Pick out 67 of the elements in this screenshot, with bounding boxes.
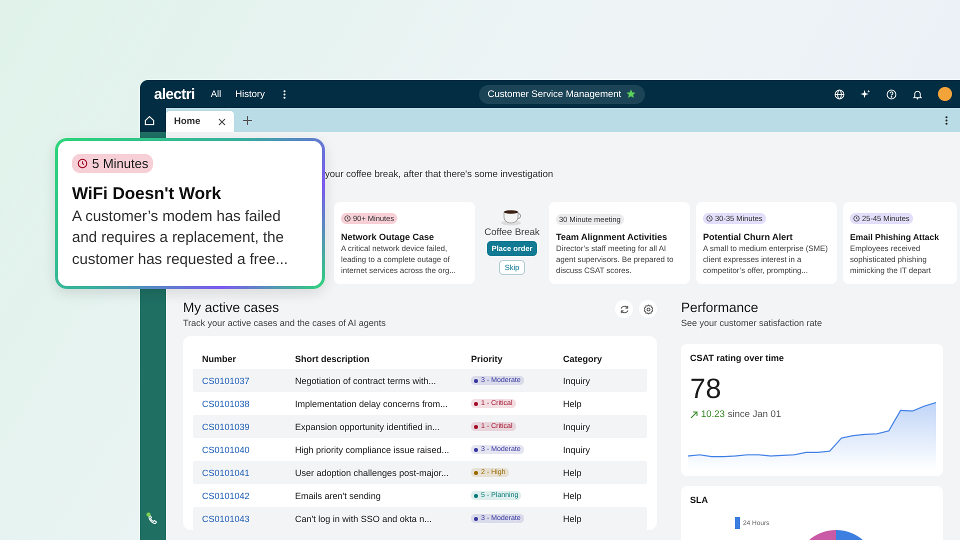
gear-icon <box>642 304 654 314</box>
column-header: Short description <box>295 354 371 364</box>
logo[interactable]: alectri <box>154 86 195 102</box>
refresh-button[interactable] <box>615 300 633 318</box>
trend-up-icon <box>690 410 698 418</box>
csat-since: since Jan 01 <box>728 409 782 420</box>
task-title: WiFi Doesn't Work <box>72 184 222 204</box>
case-number-link[interactable]: CS0101037 <box>202 376 295 386</box>
task-title: Network Outage Case <box>341 232 436 242</box>
column-header: Category <box>563 354 604 364</box>
task-title: Email Phishing Attack <box>850 232 940 242</box>
avatar[interactable] <box>938 87 952 101</box>
table-cell-text: Inquiry <box>563 422 592 432</box>
card-title: SLA <box>690 495 709 505</box>
bell-icon[interactable] <box>912 88 923 100</box>
card-title: CSAT rating over time <box>690 353 785 363</box>
column-header: Priority <box>471 354 504 364</box>
task-title: Team Alignment Activities <box>556 232 668 242</box>
column-header: Number <box>202 354 238 364</box>
nav-link[interactable]: History <box>235 88 265 100</box>
table-cell-text: User adoption challenges post-major... <box>295 468 450 478</box>
clock-icon <box>77 158 88 169</box>
home-icon[interactable] <box>144 114 154 126</box>
star-icon <box>626 89 636 99</box>
case-number-link[interactable]: CS0101043 <box>202 514 295 524</box>
table-cell-text: Expansion opportunity identified in... <box>295 422 441 432</box>
table-cell-text: Negotiation of contract terms with... <box>295 376 438 386</box>
intro-subtitle: your coffee break, after that there's some investigation <box>325 169 554 180</box>
table-cell-text: Help <box>563 398 583 408</box>
table-cell-text: Emails aren't sending <box>295 490 382 500</box>
case-number-link[interactable]: CS0101038 <box>202 398 295 408</box>
tab[interactable]: Home <box>166 111 234 132</box>
section-subtitle: Track your active cases and the cases of AI agents <box>183 318 386 328</box>
phone-icon[interactable] <box>146 512 160 526</box>
time-badge: 5 Minutes <box>72 154 154 173</box>
table-cell-text: Inquiry <box>563 444 592 454</box>
add-tab-icon[interactable] <box>242 114 254 126</box>
close-icon[interactable] <box>218 118 226 126</box>
section-title: My active cases <box>183 300 280 315</box>
csat-value: 78 <box>690 373 722 405</box>
task-description: A customer’s modem has failed and requires a replacement, the customer has requested a free... <box>72 207 289 270</box>
workspace-label: Customer Service Management <box>488 88 622 100</box>
section-title: Performance <box>681 300 760 315</box>
help-icon[interactable] <box>886 88 897 100</box>
csat-change: 10.23 <box>701 409 725 420</box>
case-number-link[interactable]: CS0101039 <box>202 422 295 432</box>
case-number-link[interactable]: CS0101042 <box>202 490 295 500</box>
workspace-pill[interactable]: Customer Service Management <box>478 84 646 104</box>
table-cell-text: Help <box>563 490 583 500</box>
table-cell-text: Implementation delay concerns from... <box>295 398 449 408</box>
table-cell-text: Help <box>563 468 583 478</box>
settings-button[interactable] <box>639 300 657 318</box>
table-cell-text: Inquiry <box>563 376 592 386</box>
table-cell-text: High priority compliance issue raised... <box>295 444 450 454</box>
case-number-link[interactable]: CS0101041 <box>202 468 295 478</box>
sparkle-icon[interactable] <box>860 88 871 100</box>
task-title: Potential Churn Alert <box>703 232 794 242</box>
case-number-link[interactable]: CS0101040 <box>202 444 295 454</box>
table-cell-text: Help <box>563 514 583 524</box>
legend-swatch <box>735 517 740 529</box>
nav-link[interactable]: All <box>210 88 222 100</box>
table-cell-text: Can't log in with SSO and okta n... <box>295 514 433 524</box>
section-subtitle: See your customer satisfaction rate <box>681 318 824 328</box>
globe-icon[interactable] <box>834 88 845 100</box>
task-card[interactable]: 5 Minutes WiFi Doesn't Work A customer’s modem has failed and requires a replacement, the customer has requested a free... <box>55 138 325 289</box>
refresh-icon <box>618 304 630 314</box>
coffee-break-label: Coffee Break <box>484 227 540 238</box>
